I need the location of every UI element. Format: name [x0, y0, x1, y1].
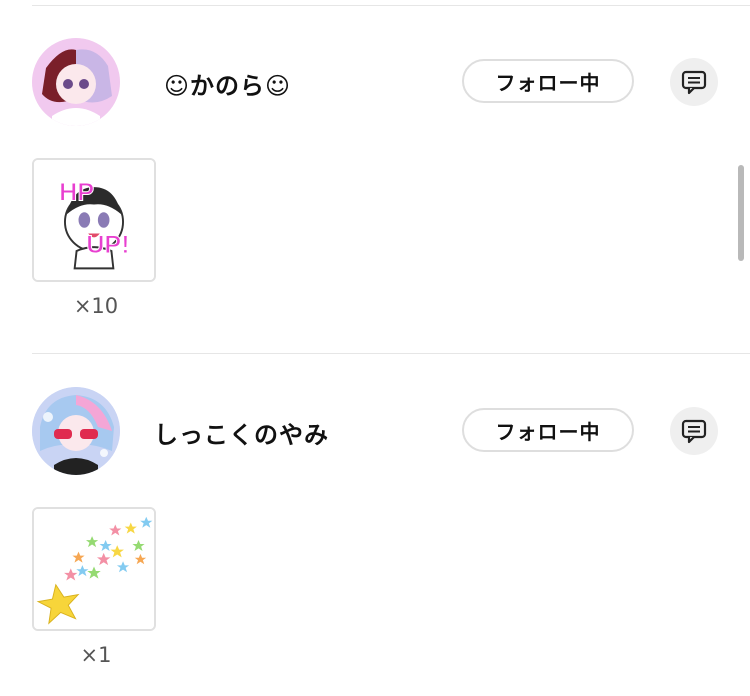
gift-count: ×1 [80, 643, 112, 667]
divider [32, 5, 750, 6]
message-button[interactable] [670, 407, 718, 455]
avatar[interactable] [32, 387, 120, 475]
gift-card[interactable]: HP UP! [32, 158, 156, 282]
hp-up-sticker-icon: HP UP! [34, 160, 154, 280]
shooting-star-icon [34, 509, 154, 629]
gift-count: ×10 [73, 294, 119, 318]
username[interactable]: ☺かのら☺ [164, 66, 291, 101]
message-button[interactable] [670, 58, 718, 106]
message-icon [681, 419, 707, 444]
following-button[interactable]: フォロー中 [462, 59, 634, 103]
svg-text:HP: HP [59, 179, 94, 207]
username[interactable]: しっこくのやみ [154, 415, 329, 450]
following-button[interactable]: フォロー中 [462, 408, 634, 452]
svg-text:UP!: UP! [86, 231, 129, 259]
gift-card[interactable] [32, 507, 156, 631]
scrollbar[interactable] [738, 165, 744, 261]
divider [32, 353, 750, 354]
avatar[interactable] [32, 38, 120, 126]
message-icon [681, 70, 707, 95]
